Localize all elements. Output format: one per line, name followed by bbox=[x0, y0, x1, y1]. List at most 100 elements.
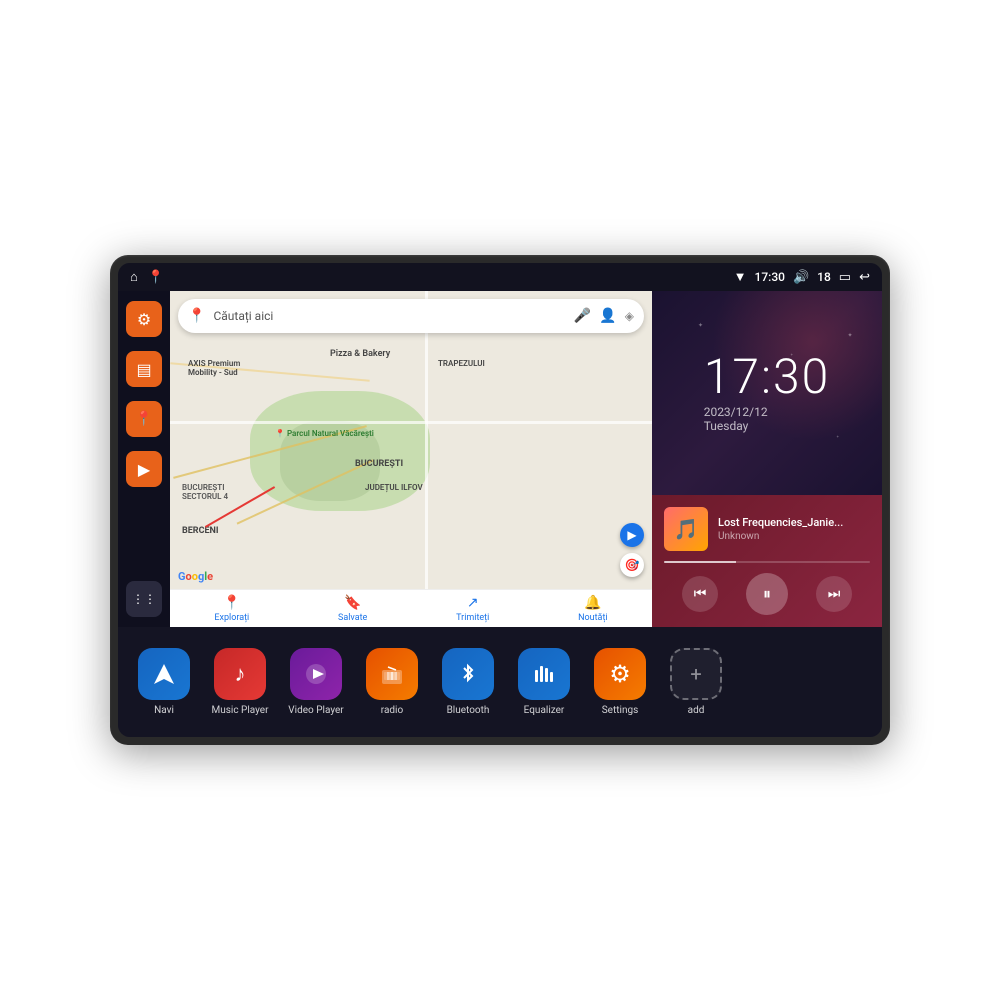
progress-bar[interactable] bbox=[664, 561, 870, 563]
bluetooth-icon bbox=[442, 648, 494, 700]
layers-icon[interactable]: ◈ bbox=[625, 309, 634, 323]
map-label-parc: 📍 Parcul Natural Văcărești bbox=[275, 429, 374, 438]
right-panel: ✦ ✦ ✦ ✦ ✦ 17:30 2023/12/12 Tuesday bbox=[652, 291, 882, 627]
map-nav-saved[interactable]: 🔖 Salvate bbox=[338, 595, 367, 623]
map-widget[interactable]: AXIS PremiumMobility - Sud Pizza & Baker… bbox=[170, 291, 652, 627]
map-road-vertical bbox=[425, 291, 428, 627]
music-controls: ⏮ ⏸ ⏭ bbox=[664, 573, 870, 615]
map-location-btn[interactable]: ▶ bbox=[620, 523, 644, 547]
map-nav-news[interactable]: 🔔 Noutăți bbox=[578, 595, 608, 623]
add-label: add bbox=[688, 705, 705, 716]
clock-day-value: Tuesday bbox=[704, 419, 749, 433]
clock-time: 17:30 bbox=[704, 353, 831, 401]
status-left: ⌂ 📍 bbox=[130, 269, 164, 285]
progress-fill bbox=[664, 561, 736, 563]
video-player-icon bbox=[290, 648, 342, 700]
app-bluetooth[interactable]: Bluetooth bbox=[438, 648, 498, 716]
map-search-text[interactable]: Căutați aici bbox=[213, 309, 565, 323]
map-road-horizontal bbox=[170, 421, 652, 424]
clock-widget: ✦ ✦ ✦ ✦ ✦ 17:30 2023/12/12 Tuesday bbox=[652, 291, 882, 495]
map-label-axis: AXIS PremiumMobility - Sud bbox=[188, 359, 240, 377]
radio-icon bbox=[366, 648, 418, 700]
navigate-icon: ▶ bbox=[138, 460, 150, 479]
app-settings[interactable]: ⚙ Settings bbox=[590, 648, 650, 716]
map-label-buc: BUCUREȘTI bbox=[355, 459, 403, 469]
grid-icon: ⋮⋮ bbox=[132, 592, 156, 606]
play-pause-button[interactable]: ⏸ bbox=[746, 573, 788, 615]
app-radio[interactable]: radio bbox=[362, 648, 422, 716]
back-icon[interactable]: ↩ bbox=[859, 270, 870, 285]
battery-level: 18 bbox=[817, 270, 831, 284]
settings-app-label: Settings bbox=[602, 705, 639, 716]
map-bottom-bar: 📍 Explorați 🔖 Salvate ↗ Trimiteți 🔔 bbox=[170, 589, 652, 627]
app-grid: Navi ♪ Music Player Video Player bbox=[134, 648, 726, 716]
next-icon: ⏭ bbox=[828, 586, 841, 602]
explore-label: Explorați bbox=[214, 613, 249, 623]
map-label-trap: TRAPEZULUI bbox=[438, 359, 485, 368]
app-navi[interactable]: Navi bbox=[134, 648, 194, 716]
next-button[interactable]: ⏭ bbox=[816, 576, 852, 612]
app-add[interactable]: + add bbox=[666, 648, 726, 716]
volume-icon: 🔊 bbox=[793, 270, 809, 285]
clock-date-value: 2023/12/12 bbox=[704, 405, 768, 419]
battery-icon: ▭ bbox=[839, 270, 851, 285]
news-icon: 🔔 bbox=[584, 595, 601, 611]
sidebar-files-btn[interactable]: ▤ bbox=[126, 351, 162, 387]
equalizer-label: Equalizer bbox=[524, 705, 565, 716]
screen: ⌂ 📍 ▼ 17:30 🔊 18 ▭ ↩ ⚙ ▤ bbox=[118, 263, 882, 737]
bluetooth-label: Bluetooth bbox=[447, 705, 490, 716]
prev-icon: ⏮ bbox=[694, 586, 707, 602]
album-art-icon: 🎵 bbox=[674, 517, 699, 541]
sidebar-maps-btn[interactable]: 📍 bbox=[126, 401, 162, 437]
clock-date: 2023/12/12 Tuesday bbox=[704, 405, 768, 433]
map-nav-explore[interactable]: 📍 Explorați bbox=[214, 595, 249, 623]
app-grid-container: Navi ♪ Music Player Video Player bbox=[118, 627, 882, 737]
music-artist: Unknown bbox=[718, 531, 870, 542]
map-label-berceni: BERCENI bbox=[182, 526, 219, 536]
navi-icon bbox=[138, 648, 190, 700]
music-widget: 🎵 Lost Frequencies_Janie... Unknown ⏮ bbox=[652, 495, 882, 627]
app-video-player[interactable]: Video Player bbox=[286, 648, 346, 716]
news-label: Noutăți bbox=[578, 613, 608, 623]
sidebar-settings-btn[interactable]: ⚙ bbox=[126, 301, 162, 337]
music-player-label: Music Player bbox=[211, 705, 268, 716]
saved-icon: 🔖 bbox=[344, 595, 361, 611]
profile-icon[interactable]: 👤 bbox=[599, 308, 616, 324]
main-area: ⚙ ▤ 📍 ▶ ⋮⋮ bbox=[118, 291, 882, 627]
home-icon[interactable]: ⌂ bbox=[130, 269, 138, 285]
music-text: Lost Frequencies_Janie... Unknown bbox=[718, 516, 870, 542]
navi-label: Navi bbox=[154, 705, 174, 716]
pause-icon: ⏸ bbox=[763, 584, 771, 604]
send-icon: ↗ bbox=[467, 595, 479, 611]
status-right: ▼ 17:30 🔊 18 ▭ ↩ bbox=[734, 269, 870, 285]
app-music-player[interactable]: ♪ Music Player bbox=[210, 648, 270, 716]
map-background: AXIS PremiumMobility - Sud Pizza & Baker… bbox=[170, 291, 652, 627]
map-label-ilfov: JUDEȚUL ILFOV bbox=[365, 483, 423, 492]
saved-label: Salvate bbox=[338, 613, 367, 623]
sidebar: ⚙ ▤ 📍 ▶ ⋮⋮ bbox=[118, 291, 170, 627]
map-label-pizza: Pizza & Bakery bbox=[330, 349, 390, 359]
prev-button[interactable]: ⏮ bbox=[682, 576, 718, 612]
google-logo: Google bbox=[178, 570, 213, 583]
add-icon: + bbox=[670, 648, 722, 700]
device: ⌂ 📍 ▼ 17:30 🔊 18 ▭ ↩ ⚙ ▤ bbox=[110, 255, 890, 745]
google-maps-icon: 📍 bbox=[188, 308, 205, 324]
map-container: AXIS PremiumMobility - Sud Pizza & Baker… bbox=[170, 291, 652, 627]
mic-icon[interactable]: 🎤 bbox=[574, 308, 591, 324]
music-title: Lost Frequencies_Janie... bbox=[718, 516, 870, 529]
map-compass-btn[interactable]: 🎯 bbox=[620, 553, 644, 577]
maps-icon[interactable]: 📍 bbox=[148, 270, 164, 285]
wifi-icon: ▼ bbox=[734, 269, 747, 285]
equalizer-icon bbox=[518, 648, 570, 700]
sidebar-navi-btn[interactable]: ▶ bbox=[126, 451, 162, 487]
clock-content: 17:30 2023/12/12 Tuesday bbox=[704, 353, 831, 433]
map-label-sector4: BUCUREȘTISECTORUL 4 bbox=[182, 483, 228, 501]
map-nav-send[interactable]: ↗ Trimiteți bbox=[456, 595, 489, 623]
sidebar-grid-btn[interactable]: ⋮⋮ bbox=[126, 581, 162, 617]
settings-icon: ⚙ bbox=[137, 310, 151, 329]
send-label: Trimiteți bbox=[456, 613, 489, 623]
map-search-bar[interactable]: 📍 Căutați aici 🎤 👤 ◈ bbox=[178, 299, 644, 333]
music-info: 🎵 Lost Frequencies_Janie... Unknown bbox=[664, 507, 870, 551]
app-equalizer[interactable]: Equalizer bbox=[514, 648, 574, 716]
album-art: 🎵 bbox=[664, 507, 708, 551]
